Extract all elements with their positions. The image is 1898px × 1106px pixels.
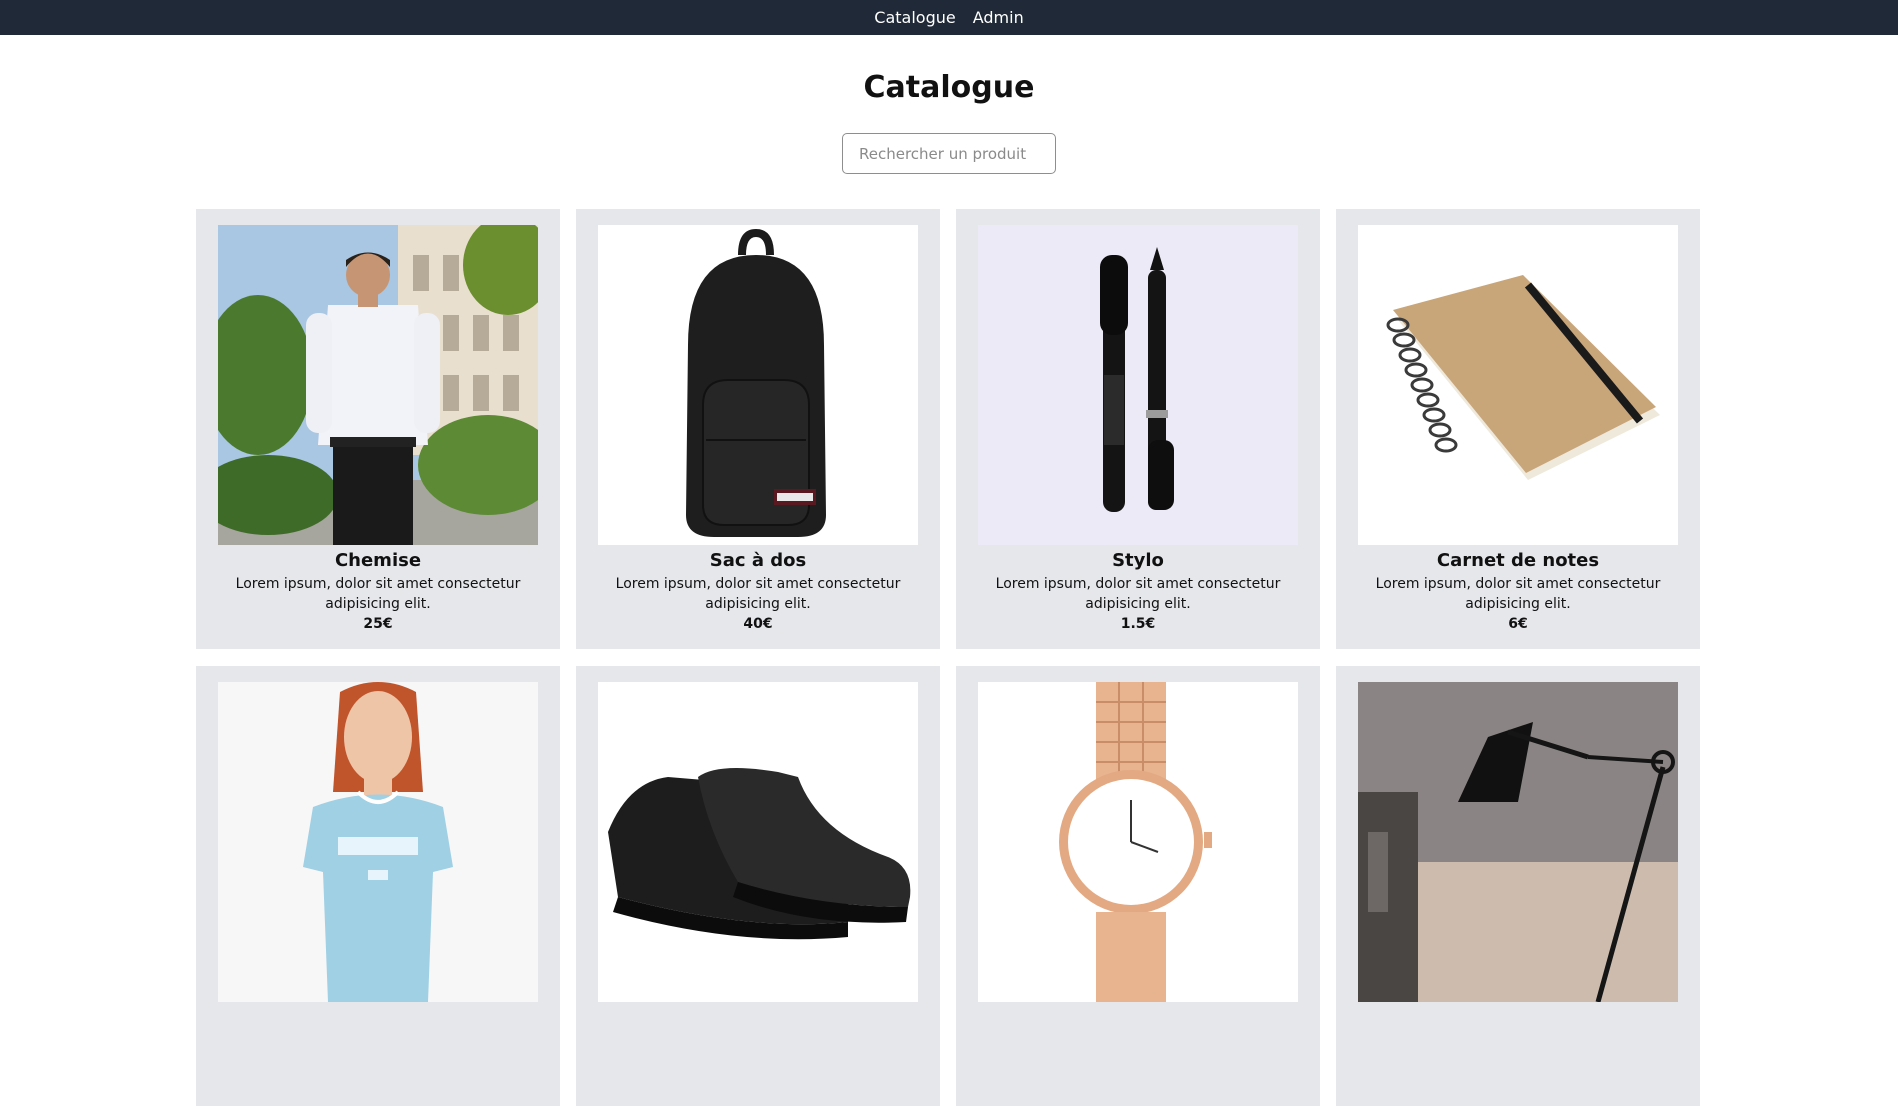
product-image-pens: [978, 225, 1298, 545]
product-image-tshirt: [218, 682, 538, 1002]
product-image-watch: [978, 682, 1298, 1002]
nav-link-catalogue[interactable]: Catalogue: [874, 9, 955, 26]
product-image-shirt: [218, 225, 538, 545]
product-card[interactable]: [576, 666, 940, 1106]
product-price: 1.5€: [1120, 616, 1156, 632]
notebook-photo-icon: [1358, 225, 1678, 545]
nav-link-admin[interactable]: Admin: [973, 9, 1024, 26]
product-description: Lorem ipsum, dolor sit amet consectetur …: [995, 576, 1281, 612]
product-image-shoes: [598, 682, 918, 1002]
product-name: Stylo: [1112, 550, 1164, 571]
desk-lamp-photo-icon: [1358, 682, 1678, 1002]
top-navbar: Catalogue Admin: [0, 0, 1898, 35]
search-container: [0, 133, 1898, 174]
tshirt-woman-photo-icon: [218, 682, 538, 1002]
product-price: 6€: [1508, 616, 1528, 632]
product-name: Carnet de notes: [1436, 550, 1600, 571]
product-grid: Chemise Lorem ipsum, dolor sit amet cons…: [196, 209, 1701, 1106]
product-description: Lorem ipsum, dolor sit amet consectetur …: [1375, 576, 1661, 612]
product-card[interactable]: [196, 666, 560, 1106]
product-image-notebook: [1358, 225, 1678, 545]
product-description: Lorem ipsum, dolor sit amet consectetur …: [615, 576, 901, 612]
product-card[interactable]: Carnet de notes Lorem ipsum, dolor sit a…: [1336, 209, 1700, 649]
product-card[interactable]: Chemise Lorem ipsum, dolor sit amet cons…: [196, 209, 560, 649]
product-price: 40€: [743, 616, 773, 632]
product-image-backpack: [598, 225, 918, 545]
page-title: Catalogue: [863, 70, 1035, 105]
product-image-lamp: [1358, 682, 1678, 1002]
shirt-man-photo-icon: [218, 225, 538, 545]
backpack-photo-icon: [598, 225, 918, 545]
search-input[interactable]: [842, 133, 1056, 174]
product-card[interactable]: Sac à dos Lorem ipsum, dolor sit amet co…: [576, 209, 940, 649]
watch-photo-icon: [978, 682, 1298, 1002]
product-description: Lorem ipsum, dolor sit amet consectetur …: [235, 576, 521, 612]
product-price: 25€: [363, 616, 393, 632]
product-name: Sac à dos: [709, 550, 807, 571]
product-card[interactable]: [956, 666, 1320, 1106]
pens-photo-icon: [978, 225, 1298, 545]
product-name: Chemise: [334, 550, 422, 571]
shoes-photo-icon: [598, 682, 918, 1002]
product-card[interactable]: [1336, 666, 1700, 1106]
product-card[interactable]: Stylo Lorem ipsum, dolor sit amet consec…: [956, 209, 1320, 649]
